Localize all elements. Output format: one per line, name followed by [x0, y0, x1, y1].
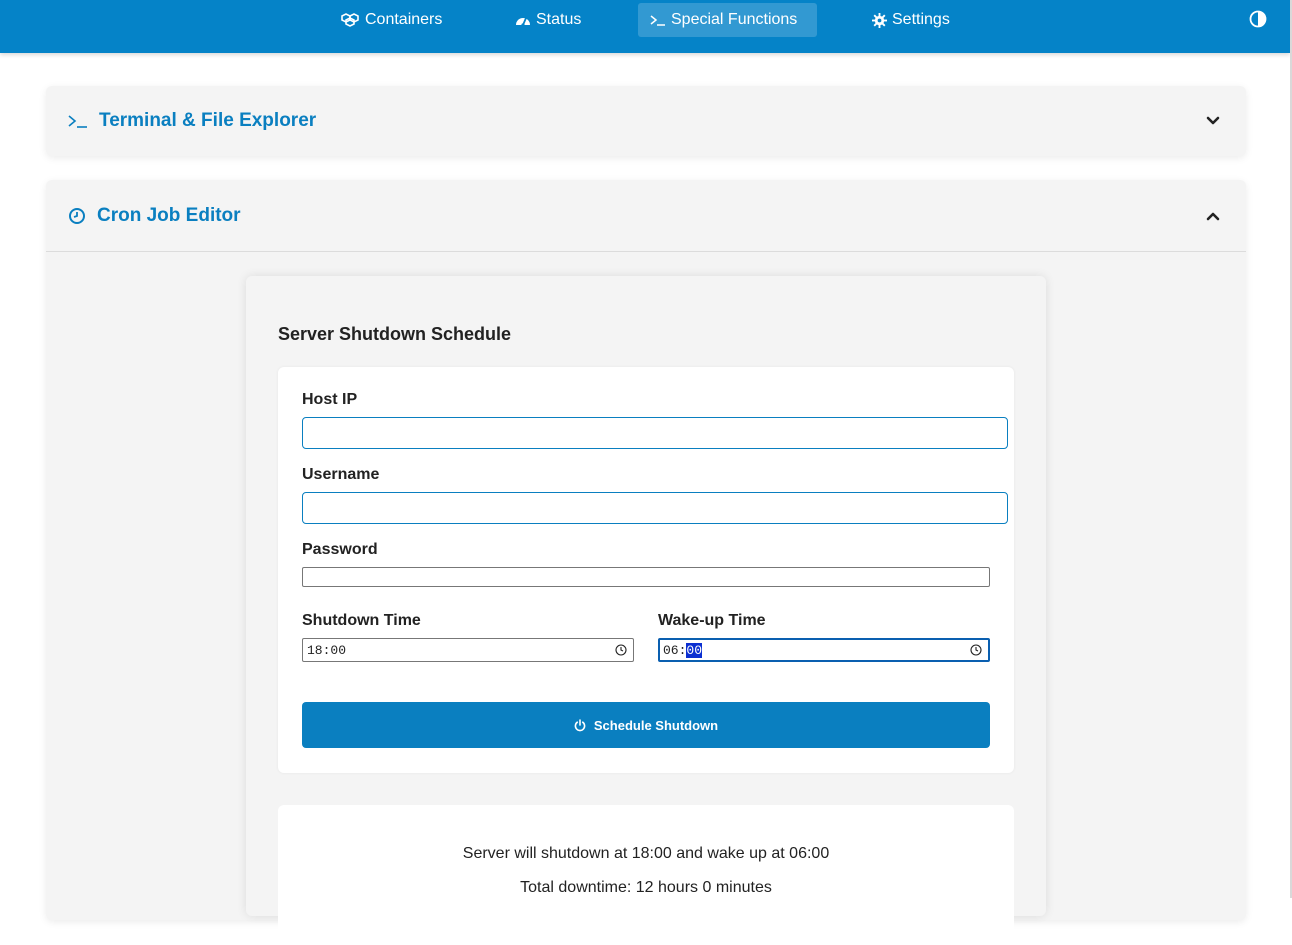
chevron-down-icon[interactable]	[1204, 112, 1222, 130]
chevron-up-icon[interactable]	[1204, 207, 1222, 225]
panel-divider	[46, 251, 1246, 252]
gear-icon	[872, 12, 887, 28]
password-input[interactable]	[302, 567, 990, 587]
schedule-shutdown-button[interactable]: Schedule Shutdown	[302, 702, 990, 748]
nav-special-functions[interactable]: Special Functions	[638, 3, 817, 37]
wakeup-minutes: 00	[686, 642, 703, 658]
terminal-panel-title: Terminal & File Explorer	[99, 110, 317, 131]
cron-panel: Cron Job Editor Server Shutdown Schedule…	[46, 180, 1246, 945]
shutdown-schedule-card: Server Shutdown Schedule Host IP Usernam…	[246, 276, 1046, 945]
cron-panel-header[interactable]: Cron Job Editor	[46, 180, 1246, 251]
nav-status[interactable]: Status	[503, 3, 593, 37]
terminal-panel: Terminal & File Explorer	[46, 86, 1246, 156]
terminal-icon	[650, 13, 666, 27]
terminal-panel-header[interactable]: Terminal & File Explorer	[46, 86, 1246, 156]
wakeup-time-input[interactable]: 06:00	[658, 638, 990, 662]
clock-icon	[68, 207, 86, 225]
clock-icon[interactable]	[970, 644, 982, 656]
nav-status-label: Status	[536, 11, 582, 28]
shutdown-hours: 18	[307, 642, 323, 658]
schedule-shutdown-label: Schedule Shutdown	[593, 717, 719, 733]
wakeup-hours: 06	[663, 642, 679, 658]
time-separator: :	[678, 642, 687, 658]
cubes-icon	[340, 12, 360, 28]
host-ip-input[interactable]	[302, 417, 1008, 449]
nav-settings-label: Settings	[892, 11, 950, 28]
nav-containers[interactable]: Containers	[328, 3, 454, 37]
clock-icon[interactable]	[615, 644, 627, 656]
terminal-icon	[68, 113, 88, 129]
cron-panel-title: Cron Job Editor	[97, 204, 241, 226]
nav-settings[interactable]: Settings	[860, 3, 962, 37]
nav-special-functions-label: Special Functions	[671, 11, 798, 28]
time-separator: :	[322, 642, 331, 658]
summary-downtime-text: Total downtime: 12 hours 0 minutes	[520, 879, 772, 896]
summary-schedule-text: Server will shutdown at 18:00 and wake u…	[462, 845, 830, 862]
nav-containers-label: Containers	[365, 11, 443, 28]
shutdown-form: Host IP Username Password Shutdown Time …	[278, 367, 1014, 773]
shutdown-time-label: Shutdown Time	[302, 612, 421, 629]
shutdown-minutes: 00	[330, 642, 347, 658]
shutdown-time-input[interactable]: 18:00	[302, 638, 634, 662]
username-input[interactable]	[302, 492, 1008, 524]
host-ip-label: Host IP	[302, 391, 358, 408]
wakeup-time-label: Wake-up Time	[658, 612, 766, 629]
schedule-summary: Server will shutdown at 18:00 and wake u…	[278, 805, 1014, 945]
username-label: Username	[302, 466, 380, 483]
contrast-icon[interactable]	[1249, 10, 1267, 28]
password-label: Password	[302, 541, 378, 558]
card-title: Server Shutdown Schedule	[278, 324, 512, 344]
gauge-icon	[515, 13, 531, 27]
top-navbar: Containers Status Special Functions Sett…	[0, 0, 1290, 53]
power-icon	[574, 718, 586, 732]
